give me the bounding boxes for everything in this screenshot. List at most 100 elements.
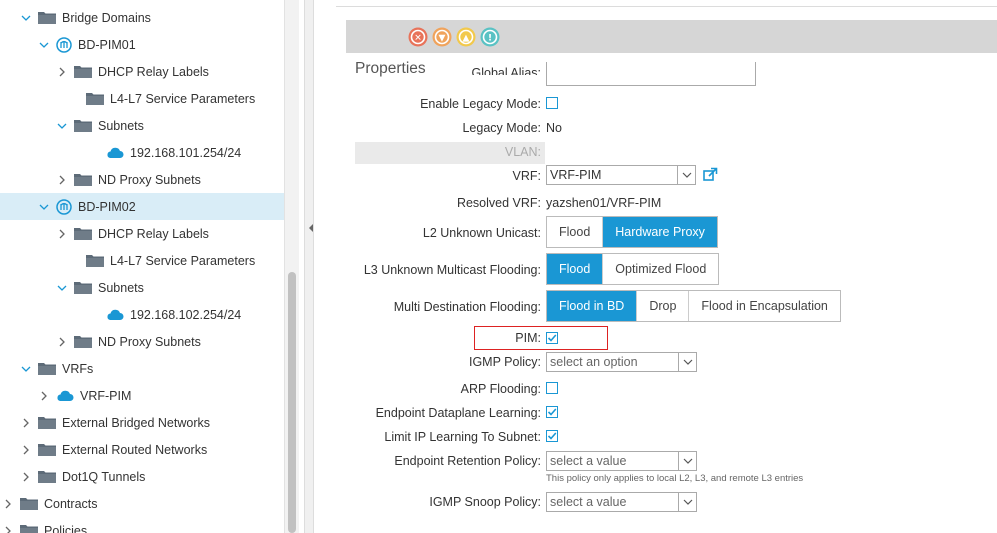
l3-unknown-multicast-toggle[interactable]: Flood Optimized Flood bbox=[546, 253, 720, 285]
chevron-down-icon[interactable] bbox=[20, 12, 32, 24]
tree-item-label: DHCP Relay Labels bbox=[98, 64, 209, 79]
tree-item[interactable]: Bridge Domains bbox=[0, 4, 284, 31]
tree-item[interactable]: Subnets bbox=[0, 112, 284, 139]
tree-item-label: 192.168.101.254/24 bbox=[130, 145, 242, 160]
chevron-right-icon[interactable] bbox=[2, 525, 14, 533]
tree-item[interactable]: 192.168.102.254/24 bbox=[0, 301, 284, 328]
tree-item[interactable]: VRFs bbox=[0, 355, 284, 382]
chevron-right-icon[interactable] bbox=[20, 444, 32, 456]
cloud-icon bbox=[56, 389, 74, 402]
tree-item[interactable]: Policies bbox=[0, 517, 284, 533]
resolved-vrf-value: yazshen01/VRF-PIM bbox=[546, 196, 662, 210]
tree-item-label: Subnets bbox=[98, 118, 144, 133]
minor-fault-icon[interactable]: ▲ bbox=[456, 27, 476, 47]
tree-item[interactable]: BD-PIM01 bbox=[0, 31, 284, 58]
multi-destination-flooding-toggle[interactable]: Flood in BD Drop Flood in Encapsulation bbox=[546, 290, 841, 322]
chevron-right-icon[interactable] bbox=[56, 336, 68, 348]
chevron-down-icon[interactable] bbox=[678, 493, 696, 511]
igmp-snoop-policy-label: IGMP Snoop Policy: bbox=[429, 495, 541, 509]
folder-icon bbox=[74, 227, 92, 240]
vrf-select[interactable]: VRF-PIM bbox=[546, 165, 696, 185]
properties-title: Properties bbox=[355, 60, 426, 77]
folder-icon bbox=[38, 11, 56, 24]
toggle-option[interactable]: Flood in BD bbox=[547, 291, 638, 321]
tree-item-label: Bridge Domains bbox=[62, 10, 151, 25]
chevron-right-icon[interactable] bbox=[56, 66, 68, 78]
tree-item[interactable]: BD-PIM02 bbox=[0, 193, 284, 220]
bridge-domain-icon bbox=[56, 36, 72, 53]
chevron-right-icon[interactable] bbox=[20, 471, 32, 483]
tree-item-label: BD-PIM01 bbox=[78, 37, 136, 52]
tree-item[interactable]: DHCP Relay Labels bbox=[0, 220, 284, 247]
warning-fault-icon[interactable]: ! bbox=[480, 27, 500, 47]
divider bbox=[336, 6, 997, 7]
chevron-right-icon[interactable] bbox=[56, 228, 68, 240]
tree-item[interactable]: Subnets bbox=[0, 274, 284, 301]
chevron-down-icon[interactable] bbox=[677, 166, 695, 184]
tree-scrollbar[interactable] bbox=[284, 0, 299, 533]
chevron-right-icon[interactable] bbox=[38, 390, 50, 402]
tree-scrollbar-thumb[interactable] bbox=[288, 272, 296, 533]
tree-item[interactable]: DHCP Relay Labels bbox=[0, 58, 284, 85]
chevron-down-icon[interactable] bbox=[678, 452, 696, 470]
tree-item-label: External Routed Networks bbox=[62, 442, 208, 457]
endpoint-retention-hint: This policy only applies to local L2, L3… bbox=[546, 473, 804, 484]
chevron-down-icon[interactable] bbox=[38, 39, 50, 51]
limit-ip-learning-checkbox[interactable] bbox=[546, 430, 558, 442]
major-fault-icon[interactable]: ▼ bbox=[432, 27, 452, 47]
resolved-vrf-label: Resolved VRF: bbox=[456, 196, 541, 210]
tree-item[interactable]: 192.168.101.254/24 bbox=[0, 139, 284, 166]
folder-icon bbox=[74, 173, 92, 186]
toggle-option[interactable]: Optimized Flood bbox=[603, 254, 718, 284]
igmp-policy-select[interactable]: select an option bbox=[546, 352, 697, 372]
chevron-down-icon[interactable] bbox=[56, 120, 68, 132]
pim-checkbox[interactable] bbox=[546, 332, 558, 344]
endpoint-dataplane-learning-checkbox[interactable] bbox=[546, 406, 558, 418]
navigation-tree: Bridge Domains BD-PIM01 DHCP Relay Labels L… bbox=[0, 0, 284, 533]
collapse-pane-icon[interactable] bbox=[309, 224, 313, 232]
toggle-option[interactable]: Drop bbox=[637, 291, 690, 321]
tree-item[interactable]: L4-L7 Service Parameters bbox=[0, 85, 284, 112]
pim-highlight-box bbox=[474, 326, 608, 350]
limit-ip-learning-label: Limit IP Learning To Subnet: bbox=[384, 430, 541, 444]
tree-item-label: L4-L7 Service Parameters bbox=[110, 253, 256, 268]
toggle-option[interactable]: Hardware Proxy bbox=[603, 217, 717, 247]
tree-item[interactable]: VRF-PIM bbox=[0, 382, 284, 409]
tree-item[interactable]: External Bridged Networks bbox=[0, 409, 284, 436]
folder-icon bbox=[38, 362, 56, 375]
chevron-right-icon[interactable] bbox=[56, 174, 68, 186]
chevron-down-icon[interactable] bbox=[20, 363, 32, 375]
open-link-icon[interactable] bbox=[703, 167, 718, 185]
tree-item-label: BD-PIM02 bbox=[78, 199, 136, 214]
chevron-down-icon[interactable] bbox=[56, 282, 68, 294]
tree-item[interactable]: ND Proxy Subnets bbox=[0, 166, 284, 193]
toggle-option[interactable]: Flood bbox=[547, 217, 604, 247]
global-alias-input[interactable] bbox=[546, 62, 756, 86]
arp-flooding-checkbox[interactable] bbox=[546, 382, 558, 394]
l2-unknown-unicast-toggle[interactable]: Flood Hardware Proxy bbox=[546, 216, 718, 248]
tree-item-label: VRF-PIM bbox=[80, 388, 132, 403]
critical-fault-icon[interactable]: ✕ bbox=[408, 27, 428, 47]
tree-item[interactable]: Dot1Q Tunnels bbox=[0, 463, 284, 490]
endpoint-retention-policy-select[interactable]: select a value bbox=[546, 451, 697, 471]
cloud-icon bbox=[106, 308, 124, 321]
vlan-label: VLAN: bbox=[504, 145, 541, 159]
tree-item-label: Dot1Q Tunnels bbox=[62, 469, 146, 484]
enable-legacy-mode-checkbox[interactable] bbox=[546, 97, 558, 109]
chevron-down-icon[interactable] bbox=[678, 353, 696, 371]
chevron-down-icon[interactable] bbox=[38, 201, 50, 213]
tree-item[interactable]: ND Proxy Subnets bbox=[0, 328, 284, 355]
chevron-right-icon[interactable] bbox=[2, 498, 14, 510]
pane-splitter[interactable] bbox=[304, 0, 314, 533]
arp-flooding-label: ARP Flooding: bbox=[460, 382, 541, 396]
chevron-right-icon[interactable] bbox=[20, 417, 32, 429]
toggle-option[interactable]: Flood in Encapsulation bbox=[689, 291, 839, 321]
toggle-option[interactable]: Flood bbox=[547, 254, 604, 284]
tree-item[interactable]: Contracts bbox=[0, 490, 284, 517]
igmp-snoop-placeholder: select a value bbox=[550, 495, 627, 509]
tree-item-label: External Bridged Networks bbox=[62, 415, 210, 430]
tree-item[interactable]: External Routed Networks bbox=[0, 436, 284, 463]
igmp-snoop-policy-select[interactable]: select a value bbox=[546, 492, 697, 512]
tree-item[interactable]: L4-L7 Service Parameters bbox=[0, 247, 284, 274]
legacy-mode-value: No bbox=[546, 121, 562, 135]
